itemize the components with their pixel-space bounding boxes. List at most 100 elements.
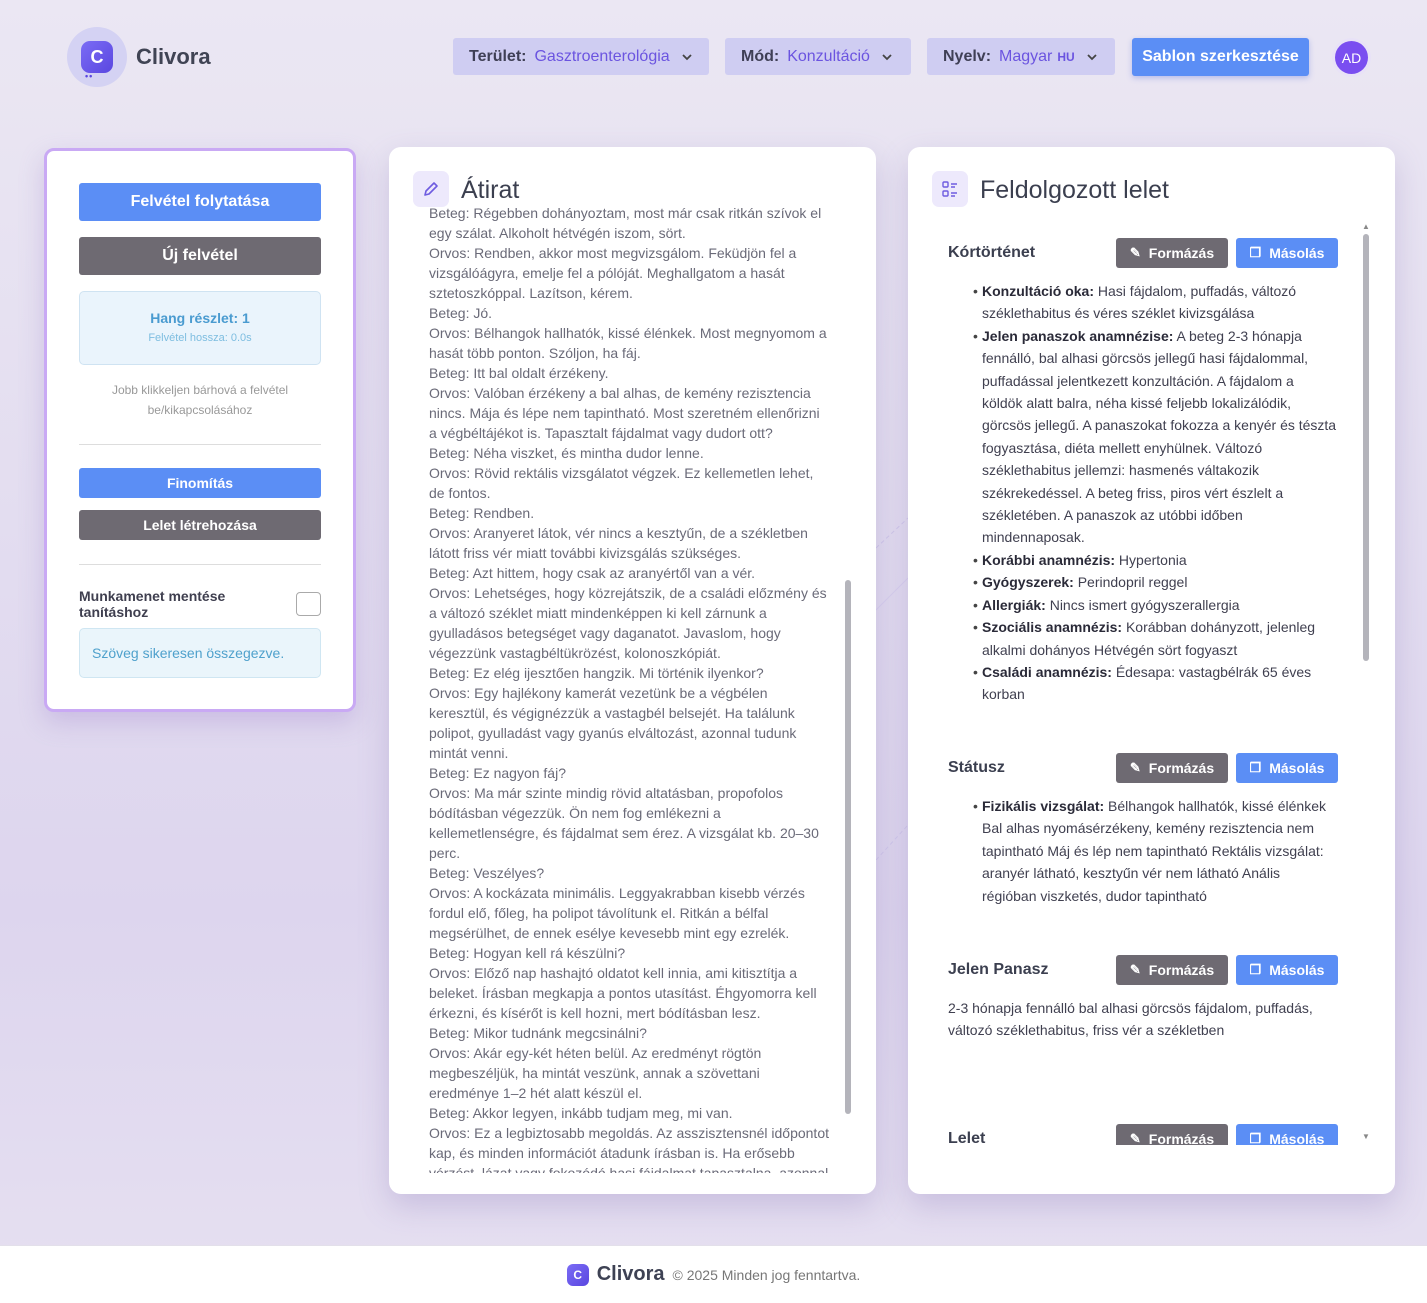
copy-icon: ❐ xyxy=(1249,760,1262,775)
transcript-line: Orvos: Ez a legbiztosabb megoldás. Az as… xyxy=(429,1125,829,1173)
transcript-line: Beteg: Jó. xyxy=(429,305,493,321)
report-section-history: Kórtörténet ✎Formázás ❐Másolás Konzultác… xyxy=(948,238,1338,706)
edit-template-button[interactable]: Sablon szerkesztése xyxy=(1132,38,1309,76)
copy-button[interactable]: ❐ Másolás xyxy=(1236,238,1338,268)
transcript-line: Beteg: Ez nagyon fáj? xyxy=(429,765,566,781)
chevron-down-icon xyxy=(682,50,692,64)
section-title: Lelet xyxy=(948,1130,986,1145)
transcript-line: Beteg: Rendben. xyxy=(429,505,535,521)
transcript-line: Beteg: Ez elég ijesztően hangzik. Mi tör… xyxy=(429,665,764,681)
top-header: C •• Clivora Terület: Gasztroenterológia … xyxy=(0,0,1427,115)
create-report-button[interactable]: Lelet létrehozása xyxy=(79,510,321,540)
transcript-line: Orvos: Ma már szinte mindig rövid altatá… xyxy=(429,785,819,861)
section-title: Jelen Panasz xyxy=(948,961,1049,978)
new-recording-button[interactable]: Új felvétel xyxy=(79,237,321,275)
copy-icon: ❐ xyxy=(1249,245,1262,260)
recording-info-box: Hang részlet: 1 Felvétel hossza: 0.0s xyxy=(79,291,321,365)
pencil-icon: ✎ xyxy=(1129,760,1141,775)
transcript-line: Orvos: Egy hajlékony kamerát vezetünk be… xyxy=(429,685,797,761)
scrollbar[interactable] xyxy=(845,580,851,1114)
transcript-line: Orvos: Lehetséges, hogy közrejátszik, de… xyxy=(429,585,827,661)
format-button[interactable]: ✎ Formázás xyxy=(1116,753,1228,783)
format-button[interactable]: ✎ Formázás xyxy=(1116,1124,1228,1145)
language-label: Nyelv: xyxy=(943,47,992,65)
save-session-row: Munkamenet mentése tanításhoz xyxy=(79,588,321,620)
footer: C Clivora © 2025 Minden jog fenntartva. xyxy=(0,1245,1427,1303)
list-item: Szociális anamnézis: Korábban dohányzott… xyxy=(973,616,1338,661)
divider xyxy=(79,564,321,565)
copy-button[interactable]: ❐ Másolás xyxy=(1236,955,1338,985)
list-item: Családi anamnézis: Édesapa: vastagbélrák… xyxy=(973,661,1338,706)
pencil-icon: ✎ xyxy=(1129,1131,1141,1145)
save-session-checkbox[interactable] xyxy=(296,592,321,616)
continue-recording-button[interactable]: Felvétel folytatása xyxy=(79,183,321,221)
transcript-text[interactable]: Beteg: Régebben dohányoztam, most már cs… xyxy=(429,203,831,1173)
copy-icon: ❐ xyxy=(1249,962,1262,977)
list-item: Konzultáció oka: Hasi fájdalom, puffadás… xyxy=(973,280,1338,325)
scroll-down-arrow-icon[interactable]: ▼ xyxy=(1362,1132,1370,1141)
scroll-up-arrow-icon[interactable]: ▲ xyxy=(1362,222,1370,231)
avatar[interactable]: AD xyxy=(1335,41,1368,74)
history-list: Konzultáció oka: Hasi fájdalom, puffadás… xyxy=(948,280,1338,706)
transcript-line: Orvos: Aranyeret látok, vér nincs a kesz… xyxy=(429,525,808,561)
transcript-line: Beteg: Régebben dohányoztam, most már cs… xyxy=(429,205,822,241)
copy-icon: ❐ xyxy=(1249,1131,1262,1145)
pencil-icon xyxy=(413,171,449,207)
refine-button[interactable]: Finomítás xyxy=(79,468,321,498)
section-title: Kórtörténet xyxy=(948,244,1036,261)
language-value: Magyar xyxy=(999,47,1053,65)
mode-label: Mód: xyxy=(741,47,780,65)
save-session-label: Munkamenet mentése tanításhoz xyxy=(79,588,226,620)
copy-button[interactable]: ❐ Másolás xyxy=(1236,753,1338,783)
mode-value: Konzultáció xyxy=(787,47,870,65)
transcript-line: Orvos: Rövid rektális vizsgálatot végzek… xyxy=(429,465,814,501)
area-dropdown[interactable]: Terület: Gasztroenterológia xyxy=(453,38,709,75)
status-list: Fizikális vizsgálat: Bélhangok hallhatók… xyxy=(948,795,1338,907)
brand-name: Clivora xyxy=(136,44,211,69)
chevron-down-icon xyxy=(882,50,892,64)
pencil-icon: ✎ xyxy=(1129,245,1141,260)
list-icon xyxy=(932,171,968,207)
format-button[interactable]: ✎ Formázás xyxy=(1116,955,1228,985)
footer-copyright: © 2025 Minden jog fenntartva. xyxy=(672,1266,861,1283)
format-button[interactable]: ✎ Formázás xyxy=(1116,238,1228,268)
transcript-panel: Átirat Beteg: Régebben dohányoztam, most… xyxy=(389,147,876,1194)
transcript-line: Orvos: Bélhangok hallhatók, kissé élénke… xyxy=(429,325,827,361)
area-label: Terület: xyxy=(469,47,527,65)
report-section-complaint: Jelen Panasz ✎ Formázás ❐ Másolás 2-3 hóna… xyxy=(948,955,1338,1042)
audio-segment-label: Hang részlet: 1 xyxy=(150,310,250,326)
scrollbar[interactable] xyxy=(1363,234,1369,661)
list-item: Gyógyszerek: Perindopril reggel xyxy=(973,571,1338,594)
transcript-line: Beteg: Veszélyes? xyxy=(429,865,545,881)
transcript-title: Átirat xyxy=(461,176,520,204)
transcript-line: Beteg: Azt hittem, hogy csak az aranyért… xyxy=(429,565,756,581)
list-item: Allergiák: Nincs ismert gyógyszerallergi… xyxy=(973,594,1338,617)
brand-logo[interactable]: C •• Clivora xyxy=(67,27,211,87)
report-scroll-area[interactable]: Kórtörténet ✎Formázás ❐Másolás Konzultác… xyxy=(908,225,1358,1145)
copy-button[interactable]: ❐ Másolás xyxy=(1236,1124,1338,1145)
transcript-line: Beteg: Itt bal oldalt érzékeny. xyxy=(429,365,609,381)
transcript-line: Beteg: Néha viszket, és mintha dudor len… xyxy=(429,445,704,461)
transcript-line: Beteg: Mikor tudnánk megcsinálni? xyxy=(429,1025,647,1041)
transcript-line: Orvos: Valóban érzékeny a bal alhas, de … xyxy=(429,385,820,441)
complaint-text: 2-3 hónapja fennálló bal alhasi görcsös … xyxy=(948,1000,1313,1039)
transcript-line: Orvos: Akár egy-két héten belül. Az ered… xyxy=(429,1045,762,1101)
logo-icon: C xyxy=(566,1263,589,1286)
recording-panel: Felvétel folytatása Új felvétel Hang rés… xyxy=(44,148,356,712)
transcript-line: Beteg: Akkor legyen, inkább tudjam meg, … xyxy=(429,1105,733,1121)
area-value: Gasztroenterológia xyxy=(534,47,670,65)
transcript-line: Beteg: Hogyan kell rá készülni? xyxy=(429,945,626,961)
list-item: Fizikális vizsgálat: Bélhangok hallhatók… xyxy=(973,795,1338,907)
recording-hint: Jobb klikkeljen bárhová a felvétel be/ki… xyxy=(111,383,289,417)
pencil-icon: ✎ xyxy=(1129,962,1141,977)
language-dropdown[interactable]: Nyelv: Magyar HU xyxy=(927,38,1115,75)
transcript-line: Orvos: Rendben, akkor most megvizsgálom.… xyxy=(429,245,797,301)
chevron-down-icon xyxy=(1087,50,1097,64)
logo-badge: C •• xyxy=(67,27,127,87)
transcript-line: Orvos: A kockázata minimális. Leggyakrab… xyxy=(429,885,805,941)
decorative-lines xyxy=(876,517,908,860)
mode-dropdown[interactable]: Mód: Konzultáció xyxy=(725,38,911,75)
report-panel: Feldolgozott lelet Kórtörténet ✎ Formázás… xyxy=(908,147,1395,1194)
status-message: Szöveg sikeresen összegezve. xyxy=(79,628,321,678)
section-title: Státusz xyxy=(948,759,1005,776)
